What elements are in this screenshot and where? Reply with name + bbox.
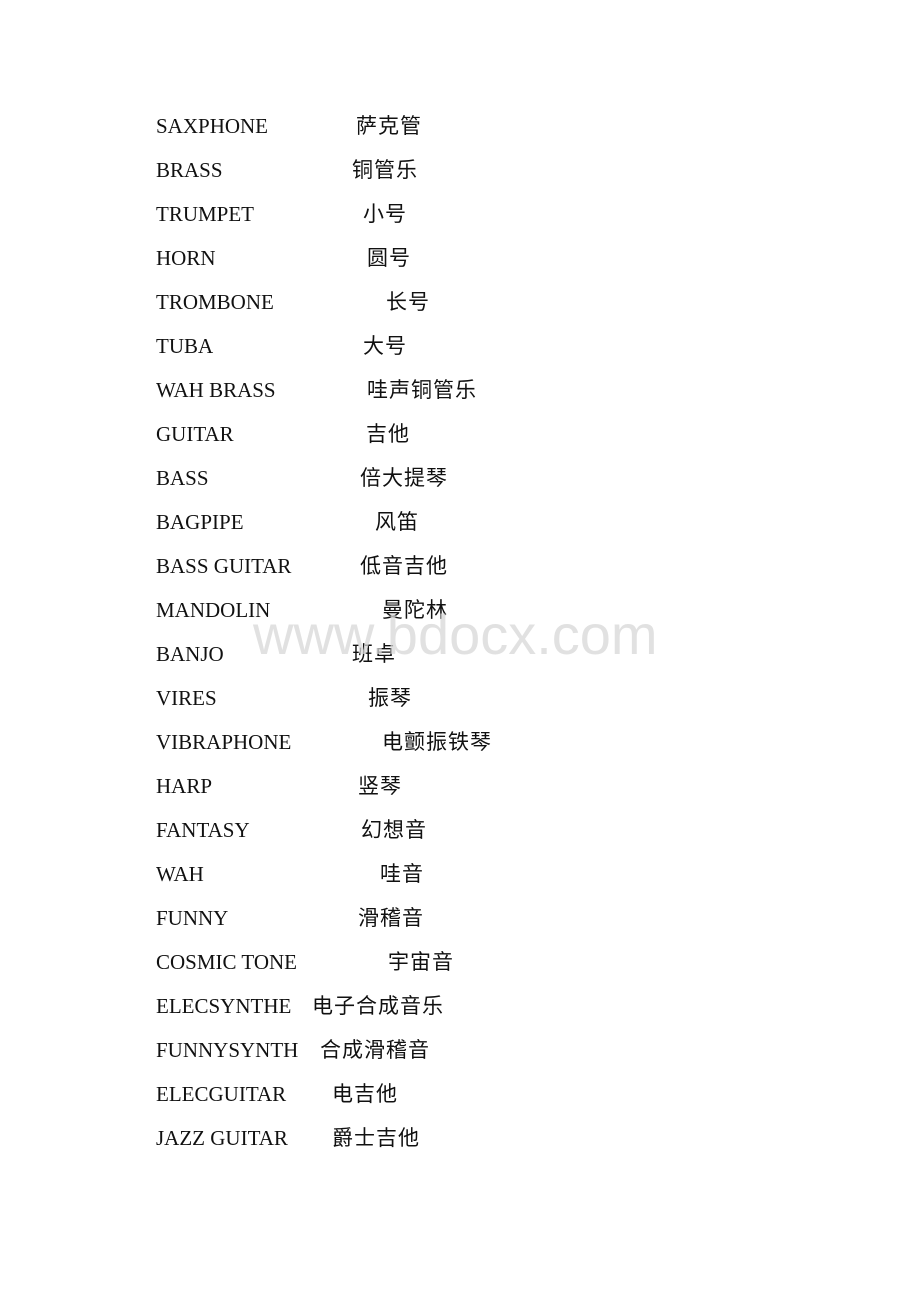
chinese-term: 竖琴: [358, 774, 402, 798]
english-term: VIBRAPHONE: [156, 730, 292, 754]
english-term: TROMBONE: [156, 290, 274, 314]
chinese-term: 电子合成音乐: [312, 994, 444, 1018]
english-term: HARP: [156, 774, 213, 798]
english-term: BANJO: [156, 642, 224, 666]
english-term: BASS: [156, 466, 209, 490]
chinese-term: 萨克管: [356, 114, 422, 138]
chinese-term: 圆号: [367, 246, 411, 270]
chinese-term: 长号: [386, 290, 430, 314]
chinese-term: 吉他: [366, 422, 410, 446]
chinese-term: 低音吉他: [360, 554, 448, 578]
document-page: SAXPHONE 萨克管 BRASS 铜管乐 TRUMPET 小号 HORN 圆号 TROMBO…: [0, 0, 920, 1302]
chinese-term: 小号: [363, 202, 407, 226]
chinese-term: 铜管乐: [352, 158, 418, 182]
watermark: www.bdocx.com: [253, 603, 658, 666]
english-term: JAZZ GUITAR: [156, 1126, 288, 1150]
chinese-term: 风笛: [375, 510, 419, 534]
chinese-term: 曼陀林: [382, 598, 448, 622]
english-term: HORN: [156, 246, 216, 270]
chinese-term: 哇声铜管乐: [367, 378, 477, 402]
chinese-term: 哇音: [380, 862, 424, 886]
english-term: SAXPHONE: [156, 114, 269, 138]
english-term: ELECSYNTHE: [156, 994, 292, 1018]
english-term: MANDOLIN: [156, 598, 271, 622]
english-term: ELECGUITAR: [156, 1082, 287, 1106]
chinese-term: 倍大提琴: [360, 466, 448, 490]
chinese-term: 电颤振铁琴: [382, 730, 492, 754]
chinese-term: 振琴: [368, 686, 412, 710]
english-term: TUBA: [156, 334, 214, 358]
chinese-term: 合成滑稽音: [320, 1038, 430, 1062]
english-term: FUNNY: [156, 906, 229, 930]
english-term: WAH: [156, 862, 204, 886]
english-term: BRASS: [156, 158, 223, 182]
chinese-term: 电吉他: [332, 1082, 398, 1106]
chinese-term: 爵士吉他: [332, 1126, 420, 1150]
english-term: WAH BRASS: [156, 378, 276, 402]
english-term: FANTASY: [156, 818, 250, 842]
chinese-term: 宇宙音: [388, 950, 454, 974]
english-term: VIRES: [156, 686, 217, 710]
english-term: GUITAR: [156, 422, 234, 446]
english-term: BASS GUITAR: [156, 554, 292, 578]
english-term: FUNNYSYNTH: [156, 1038, 299, 1062]
chinese-term: 滑稽音: [358, 906, 424, 930]
chinese-term: 幻想音: [361, 818, 427, 842]
chinese-term: 班卓: [352, 642, 396, 666]
english-term: COSMIC TONE: [156, 950, 298, 974]
english-term: BAGPIPE: [156, 510, 244, 534]
chinese-term: 大号: [363, 334, 407, 358]
english-term: TRUMPET: [156, 202, 255, 226]
